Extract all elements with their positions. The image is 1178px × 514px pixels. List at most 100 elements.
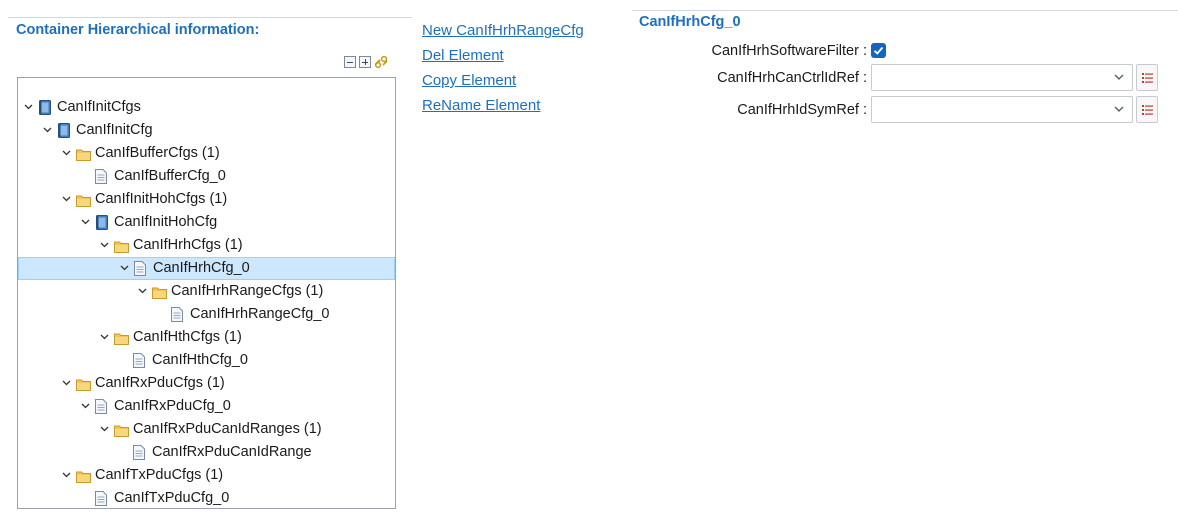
chevron-down-icon: [81, 403, 90, 409]
tree-node[interactable]: CanIfRxPduCfgs (1): [18, 372, 395, 395]
tree-expander[interactable]: [79, 211, 91, 234]
document-icon: [133, 353, 147, 368]
tree-expander[interactable]: [41, 119, 53, 142]
folder-icon: [76, 376, 91, 391]
can-ctrl-ref-select[interactable]: [871, 64, 1133, 91]
tree-node[interactable]: CanIfHrhRangeCfgs (1): [18, 280, 395, 303]
folder-icon: [114, 330, 129, 345]
tree-node-label: CanIfRxPduCanIdRanges (1): [133, 421, 322, 437]
tree-expander[interactable]: [60, 464, 72, 487]
can-ctrl-ref-list-button[interactable]: [1136, 64, 1158, 91]
tree-node-label: CanIfHthCfgs (1): [133, 329, 242, 345]
tree-node[interactable]: CanIfRxPduCfg_0: [18, 395, 395, 418]
chevron-down-icon: [138, 288, 147, 294]
new-element-link[interactable]: New CanIfHrhRangeCfg: [422, 18, 584, 43]
container-tree[interactable]: CanIfInitCfgs CanIfInitCfg CanIfBufferCfgs…: [17, 77, 396, 509]
list-icon: [1142, 73, 1153, 83]
tree-expander[interactable]: [60, 372, 72, 395]
document-icon: [95, 399, 109, 414]
tree-node-label: CanIfBufferCfg_0: [114, 168, 226, 184]
software-filter-label: CanIfHrhSoftwareFilter :: [711, 43, 867, 59]
id-sym-ref-row: CanIfHrhIdSymRef :: [632, 97, 867, 123]
tree-expander[interactable]: [98, 326, 110, 349]
tree-node[interactable]: CanIfTxPduCfgs (1): [18, 464, 395, 487]
tree-node[interactable]: CanIfHthCfg_0: [18, 349, 395, 372]
properties-title: CanIfHrhCfg_0: [639, 14, 741, 30]
check-icon: [873, 46, 884, 55]
panel-title: Container Hierarchical information:: [16, 22, 260, 38]
software-filter-row: CanIfHrhSoftwareFilter :: [632, 38, 867, 64]
folder-icon: [114, 422, 129, 437]
tree-expander[interactable]: [60, 142, 72, 165]
tree-node[interactable]: CanIfBufferCfg_0: [18, 165, 395, 188]
chevron-down-icon: [62, 196, 71, 202]
folder-icon: [114, 238, 129, 253]
tree-node[interactable]: CanIfHrhRangeCfg_0: [18, 303, 395, 326]
tree-node-label: CanIfHrhRangeCfgs (1): [171, 283, 324, 299]
chevron-down-icon: [81, 219, 90, 225]
tree-node-label: CanIfHrhRangeCfg_0: [190, 306, 330, 322]
document-icon: [95, 169, 109, 184]
chevron-down-icon: [120, 265, 129, 271]
chevron-down-icon: [24, 104, 33, 110]
tree-expander[interactable]: [98, 234, 110, 257]
folder-icon: [76, 192, 91, 207]
tree-node[interactable]: CanIfHrhCfg_0: [18, 257, 395, 280]
container-icon: [57, 123, 71, 138]
tree-node-label: CanIfInitCfg: [76, 122, 153, 138]
tree-node[interactable]: CanIfInitCfg: [18, 119, 395, 142]
link-with-editor-icon[interactable]: [374, 55, 389, 69]
id-sym-ref-label: CanIfHrhIdSymRef :: [737, 102, 867, 118]
container-hierarchy-panel: Container Hierarchical information: CanI…: [8, 17, 412, 509]
tree-node[interactable]: CanIfRxPduCanIdRanges (1): [18, 418, 395, 441]
properties-panel: CanIfHrhCfg_0 CanIfHrhSoftwareFilter : C…: [632, 10, 1178, 130]
tree-node-label: CanIfInitCfgs: [57, 99, 141, 115]
copy-element-link[interactable]: Copy Element: [422, 68, 584, 93]
can-ctrl-ref-label: CanIfHrhCanCtrlIdRef :: [717, 70, 867, 86]
tree-toolbar: [344, 55, 389, 70]
collapse-all-icon[interactable]: [344, 56, 356, 68]
list-icon: [1142, 105, 1153, 115]
tree-node[interactable]: CanIfRxPduCanIdRange: [18, 441, 395, 464]
folder-icon: [152, 284, 167, 299]
tree-expander[interactable]: [118, 258, 130, 281]
software-filter-checkbox[interactable]: [871, 43, 886, 58]
tree-expander[interactable]: [98, 418, 110, 441]
tree-node[interactable]: CanIfHrhCfgs (1): [18, 234, 395, 257]
tree-node[interactable]: CanIfInitCfgs: [18, 96, 395, 119]
document-icon: [133, 445, 147, 460]
tree-node[interactable]: CanIfBufferCfgs (1): [18, 142, 395, 165]
tree-node-label: CanIfRxPduCfg_0: [114, 398, 231, 414]
panel-divider: [632, 10, 1178, 11]
tree-node-label: CanIfInitHohCfg: [114, 214, 218, 230]
chevron-down-icon: [1114, 74, 1124, 80]
tree-node-label: CanIfHthCfg_0: [152, 352, 248, 368]
tree-node[interactable]: CanIfInitHohCfg: [18, 211, 395, 234]
chevron-down-icon: [62, 150, 71, 156]
tree-node-label: CanIfHrhCfgs (1): [133, 237, 243, 253]
chevron-down-icon: [1114, 106, 1124, 112]
container-icon: [38, 100, 52, 115]
id-sym-ref-list-button[interactable]: [1136, 96, 1158, 123]
tree-node-label: CanIfInitHohCfgs (1): [95, 191, 228, 207]
document-icon: [95, 491, 109, 506]
tree-node-label: CanIfBufferCfgs (1): [95, 145, 220, 161]
tree-expander[interactable]: [136, 280, 148, 303]
tree-expander[interactable]: [22, 96, 34, 119]
tree-node-label: CanIfHrhCfg_0: [153, 260, 250, 276]
tree-expander[interactable]: [60, 188, 72, 211]
folder-icon: [76, 146, 91, 161]
panel-divider: [8, 17, 412, 18]
rename-element-link[interactable]: ReName Element: [422, 93, 584, 118]
tree-node[interactable]: CanIfInitHohCfgs (1): [18, 188, 395, 211]
delete-element-link[interactable]: Del Element: [422, 43, 584, 68]
tree-node[interactable]: CanIfHthCfgs (1): [18, 326, 395, 349]
chevron-down-icon: [100, 242, 109, 248]
expand-all-icon[interactable]: [359, 56, 371, 68]
tree-node-label: CanIfTxPduCfgs (1): [95, 467, 224, 483]
tree-node[interactable]: CanIfTxPduCfg_0: [18, 487, 395, 510]
id-sym-ref-select[interactable]: [871, 96, 1133, 123]
tree-expander[interactable]: [79, 395, 91, 418]
chevron-down-icon: [100, 426, 109, 432]
chevron-down-icon: [62, 380, 71, 386]
